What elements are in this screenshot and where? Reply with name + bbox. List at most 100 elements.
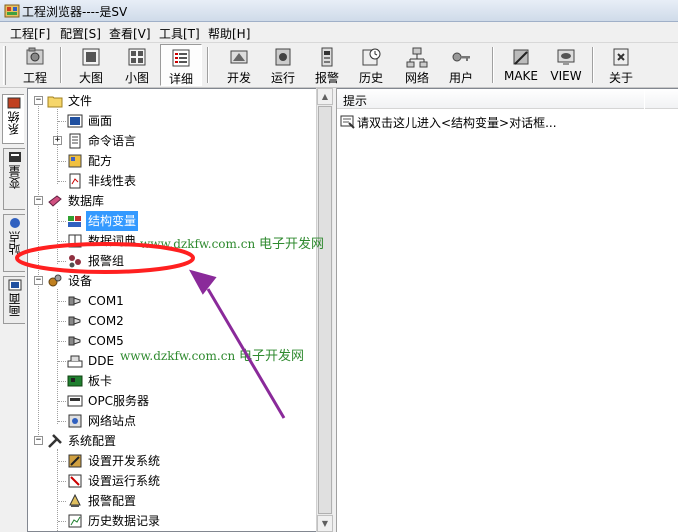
hint-icon: [340, 115, 355, 129]
watermark: www.dzkfw.com.cn 电子开发网: [140, 237, 325, 252]
menu-view[interactable]: 查看[V]: [109, 25, 151, 42]
tree-item-devices[interactable]: − 设备: [28, 271, 308, 291]
details-icon: [172, 49, 190, 67]
toolbar-grip[interactable]: [3, 46, 6, 85]
about-button[interactable]: 关于: [600, 44, 642, 86]
document-icon: [69, 133, 81, 149]
tools-icon: [48, 434, 62, 448]
toolbar-separator: [60, 47, 62, 83]
network-station-icon: [68, 414, 82, 428]
stations-icon: [9, 218, 20, 228]
serial-port-icon: [68, 296, 81, 306]
menu-config[interactable]: 配置[S]: [60, 25, 101, 42]
content-pane: 提示 请双击这儿进入<结构变量>对话框...: [337, 88, 678, 532]
small-icons-button[interactable]: 小图: [116, 44, 158, 86]
column-header-blank[interactable]: [645, 89, 678, 109]
key-icon: [452, 52, 470, 62]
view-button[interactable]: VIEW: [544, 44, 588, 86]
tree-item-com2[interactable]: COM2: [28, 311, 308, 331]
history-icon: [362, 48, 381, 66]
tree-item-file[interactable]: − 文件: [28, 91, 308, 111]
develop-button[interactable]: 开发: [218, 44, 260, 86]
tree-item-run-system-setup[interactable]: 设置运行系统: [28, 471, 308, 491]
tab-variables[interactable]: 变量: [3, 148, 25, 210]
tree-item-database[interactable]: − 数据库: [28, 191, 308, 211]
menu-tools[interactable]: 工具[T]: [159, 25, 200, 42]
alarm-group-icon: [69, 255, 81, 268]
book-icon: [68, 234, 82, 248]
screens-icon: [8, 279, 21, 291]
tab-stations[interactable]: 站点: [3, 214, 25, 272]
project-button[interactable]: 工程: [14, 44, 56, 86]
serial-port-icon: [68, 336, 81, 346]
tree-item-struct-variable[interactable]: 结构变量: [28, 211, 308, 231]
menu-project[interactable]: 工程[F]: [10, 25, 50, 42]
details-button[interactable]: 详细: [160, 44, 202, 86]
alarm-config-icon: [69, 493, 81, 507]
screen-icon: [67, 114, 83, 128]
toolbar: 工程 大图 小图 详细 开发 运行 报警 历史 网络 用户 MAKE VIEW …: [0, 43, 678, 88]
tree-scrollbar[interactable]: ▲ ▼: [316, 88, 333, 532]
collapse-toggle[interactable]: −: [34, 276, 43, 285]
app-icon: [4, 4, 20, 18]
tree-item-nonlinear-table[interactable]: 非线性表: [28, 171, 308, 191]
window-title: 工程浏览器----是SV: [22, 5, 128, 19]
tree-item-opc-server[interactable]: OPC服务器: [28, 391, 308, 411]
tree-item-com1[interactable]: COM1: [28, 291, 308, 311]
scroll-up-button[interactable]: ▲: [317, 88, 333, 105]
tree-item-system-config[interactable]: − 系统配置: [28, 431, 308, 451]
watermark: www.dzkfw.com.cn 电子开发网: [120, 349, 305, 364]
table-icon: [69, 173, 81, 189]
project-icon: [26, 47, 44, 65]
alarm-icon: [321, 47, 333, 67]
hint-text: 请双击这儿进入<结构变量>对话框...: [357, 116, 557, 130]
column-header-hint[interactable]: 提示: [337, 89, 644, 109]
scroll-down-button[interactable]: ▼: [317, 515, 333, 532]
project-tree: − 文件 画面 + 命令语言 配方 非线性表 − 数据库 结构变量 数据词典 报…: [27, 88, 316, 532]
side-tab-bar: 系统 变量 站点 画面: [0, 88, 27, 532]
scroll-thumb[interactable]: [318, 106, 332, 514]
make-button[interactable]: MAKE: [500, 44, 542, 86]
big-icons-button[interactable]: 大图: [70, 44, 112, 86]
alarm-button[interactable]: 报警: [306, 44, 348, 86]
about-icon: [613, 48, 629, 66]
tree-item-board[interactable]: 板卡: [28, 371, 308, 391]
big-icons-icon: [82, 48, 100, 66]
user-button[interactable]: 用户: [440, 44, 482, 86]
network-icon: [406, 47, 428, 68]
view-icon: [557, 49, 575, 65]
menu-bar: 工程[F] 配置[S] 查看[V] 工具[T] 帮助[H]: [0, 22, 678, 43]
board-icon: [67, 375, 83, 387]
tree-item-screen[interactable]: 画面: [28, 111, 308, 131]
dde-icon: [67, 355, 83, 368]
title-bar: 工程浏览器----是SV: [0, 0, 678, 22]
tree-item-alarm-group[interactable]: 报警组: [28, 251, 308, 271]
collapse-toggle[interactable]: −: [34, 436, 43, 445]
tab-system[interactable]: 系统: [2, 94, 24, 144]
folder-icon: [47, 96, 63, 108]
tree-item-recipe[interactable]: 配方: [28, 151, 308, 171]
tree-item-alarm-config[interactable]: 报警配置: [28, 491, 308, 511]
tree-item-command-language[interactable]: + 命令语言: [28, 131, 308, 151]
small-icons-icon: [128, 48, 146, 66]
database-icon: [48, 195, 62, 207]
opc-icon: [67, 395, 83, 407]
make-icon: [513, 49, 529, 65]
run-system-icon: [68, 474, 82, 488]
tree-item-network-station[interactable]: 网络站点: [28, 411, 308, 431]
network-button[interactable]: 网络: [396, 44, 438, 86]
history-record-icon: [68, 514, 82, 528]
system-icon: [7, 97, 20, 109]
devices-icon: [48, 274, 62, 287]
tree-item-history-record[interactable]: 历史数据记录: [28, 511, 308, 531]
collapse-toggle[interactable]: −: [34, 96, 43, 105]
recipe-icon: [68, 154, 82, 168]
variables-icon: [8, 152, 21, 162]
tree-item-dev-system-setup[interactable]: 设置开发系统: [28, 451, 308, 471]
collapse-toggle[interactable]: −: [34, 196, 43, 205]
menu-help[interactable]: 帮助[H]: [208, 25, 250, 42]
run-button[interactable]: 运行: [262, 44, 304, 86]
history-button[interactable]: 历史: [350, 44, 392, 86]
expand-toggle[interactable]: +: [53, 136, 62, 145]
tab-screens[interactable]: 画面: [3, 276, 25, 324]
